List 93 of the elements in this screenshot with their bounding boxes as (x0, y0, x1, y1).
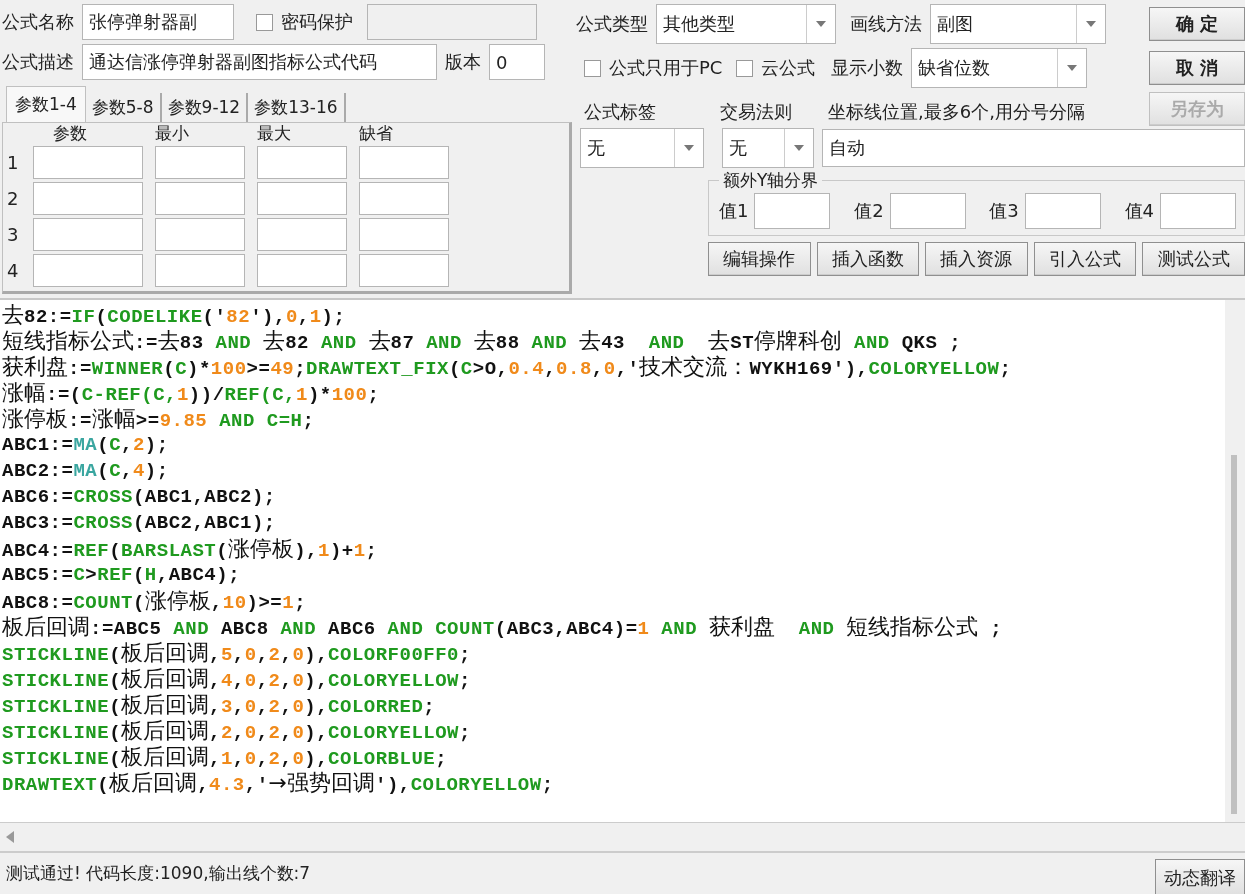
param-field[interactable] (33, 146, 143, 179)
row-number: 3 (7, 224, 20, 245)
field-label: 公式类型 (576, 12, 648, 36)
code-line: STICKLINE(板后回调,4,0,2,0),COLORYELLOW; (2, 666, 472, 692)
toolbar-button[interactable]: 测试公式 (1142, 242, 1245, 276)
version-field[interactable]: 0 (489, 44, 545, 80)
field-label: 值1 (719, 199, 749, 223)
dropdown-arrow-icon (816, 21, 826, 27)
code-line: DRAWTEXT(板后回调,4.3,'→强势回调'),COLORYELLOW; (2, 770, 555, 796)
code-line: 涨幅:=(C-REF(C,1))/REF(C,1)*100; (2, 380, 381, 406)
code-line: ABC1:=MA(C,2); (2, 433, 170, 458)
code-line: 短线指标公式:=去83 AND 去82 AND 去87 AND 去88 AND 去43 AND 去ST停牌科创 AND QKS ; (2, 328, 963, 354)
checkbox[interactable] (736, 59, 754, 77)
code-line: ABC8:=COUNT(涨停板,10)>=1; (2, 588, 308, 614)
dropdown[interactable]: 缺省位数 (911, 48, 1088, 88)
toolbar-button[interactable]: 插入函数 (816, 242, 920, 276)
dropdown[interactable]: 其他类型 (656, 4, 836, 44)
code-line: ABC6:=CROSS(ABC1,ABC2); (2, 485, 277, 510)
checkbox-label: 密码保护 (281, 10, 353, 34)
param-field[interactable] (257, 182, 347, 215)
checkbox[interactable] (256, 13, 273, 31)
column-header: 参数 (52, 123, 88, 143)
column-header: 最小 (155, 123, 190, 143)
param-field[interactable] (257, 254, 347, 287)
param-field[interactable] (359, 254, 449, 287)
field-label: 值2 (854, 199, 884, 223)
code-line: 获利盘:=WINNER(C)*100>=49;DRAWTEXT_FIX(C>O,0.4,0.8,0,'技术交流：WYKH169'),COLORYELLOW; (2, 354, 1013, 380)
param-field[interactable] (359, 146, 449, 179)
field-label: 坐标线位置,最多6个,用分号分隔 (828, 100, 1085, 124)
dropdown-arrow-icon (684, 145, 694, 151)
field-label: 版本 (445, 50, 481, 74)
code-line: ABC2:=MA(C,4); (2, 459, 170, 484)
toolbar-button[interactable]: 编辑操作 (708, 242, 811, 276)
dropdown[interactable]: 无 (722, 128, 814, 168)
param-field[interactable] (33, 254, 143, 287)
dropdown[interactable]: 无 (580, 128, 704, 168)
code-line: 去82:=IF(CODELIKE('82'),0,1); (2, 302, 347, 328)
value-field[interactable] (889, 193, 966, 229)
field-label: 公式描述 (2, 50, 74, 74)
checkbox-label: 公式只用于PC (609, 56, 723, 80)
dropdown-arrow-icon (794, 145, 804, 151)
field-label: 交易法则 (720, 100, 793, 124)
param-field[interactable] (33, 182, 143, 215)
param-field[interactable] (155, 146, 245, 179)
code-line: STICKLINE(板后回调,5,0,2,0),COLORF00FF0; (2, 640, 472, 666)
toolbar-button[interactable]: 插入资源 (925, 242, 1028, 276)
param-field[interactable] (359, 182, 449, 215)
dropdown-arrow-icon (1086, 21, 1096, 27)
scroll-left-icon[interactable] (6, 831, 14, 843)
row-number: 1 (7, 152, 20, 173)
code-line: ABC4:=REF(BARSLAST(涨停板),1)+1; (2, 536, 379, 562)
name-field[interactable]: 张停弹射器副 (82, 4, 234, 40)
value-field[interactable] (1159, 193, 1236, 229)
tab[interactable]: 参数1-4 (6, 86, 86, 122)
code-line: 板后回调:=ABC5 AND ABC8 AND ABC6 AND COUNT(ABC3,ABC4)=1 AND 获利盘 AND 短线指标公式 ; (2, 614, 1004, 640)
group-title: 额外Y轴分界 (719, 169, 823, 192)
field-label: 公式标签 (584, 100, 657, 124)
value-field[interactable] (754, 193, 831, 229)
field-label: 画线方法 (850, 12, 922, 36)
toolbar-button[interactable]: 引入公式 (1033, 242, 1137, 276)
param-field[interactable] (257, 146, 347, 179)
checkbox[interactable] (584, 59, 601, 77)
value-field[interactable] (1024, 193, 1101, 229)
field-label: 值3 (989, 199, 1019, 223)
code-line: 涨停板:=涨幅>=9.85 AND C=H; (2, 406, 316, 432)
code-line: STICKLINE(板后回调,3,0,2,0),COLORRED; (2, 692, 437, 718)
field-label: 显示小数 (831, 56, 904, 80)
code-line: STICKLINE(板后回调,2,0,2,0),COLORYELLOW; (2, 718, 472, 744)
scrollbar[interactable] (1225, 300, 1245, 822)
code-line: ABC5:=C>REF(H,ABC4); (2, 563, 242, 588)
checkbox-label: 云公式 (761, 56, 816, 80)
cancel-button[interactable]: 取 消 (1149, 51, 1245, 85)
code-line: STICKLINE(板后回调,1,0,2,0),COLORBLUE; (2, 744, 449, 770)
description-field[interactable]: 通达信涨停弹射器副图指标公式代码 (82, 44, 437, 80)
param-field[interactable] (155, 182, 245, 215)
column-header: 最大 (257, 123, 292, 143)
status-text: 测试通过! 代码长度:1090,输出线个数:7 (5, 862, 311, 885)
param-field[interactable] (359, 218, 449, 251)
field-label: 值4 (1124, 199, 1154, 223)
code-line: ABC3:=CROSS(ABC2,ABC1); (2, 511, 277, 536)
param-field[interactable] (155, 254, 245, 287)
ok-button[interactable]: 确 定 (1149, 7, 1245, 41)
translate-button[interactable]: 动态翻译 (1155, 859, 1245, 894)
column-header: 缺省 (359, 123, 394, 143)
param-field[interactable] (257, 218, 347, 251)
param-field[interactable] (33, 218, 143, 251)
param-field[interactable] (155, 218, 245, 251)
axis-lines-field[interactable]: 自动 (822, 129, 1245, 167)
dropdown-arrow-icon (1067, 65, 1078, 71)
row-number: 2 (7, 188, 20, 209)
dropdown[interactable]: 副图 (930, 4, 1106, 44)
field-label: 公式名称 (2, 10, 74, 34)
row-number: 4 (7, 260, 20, 281)
